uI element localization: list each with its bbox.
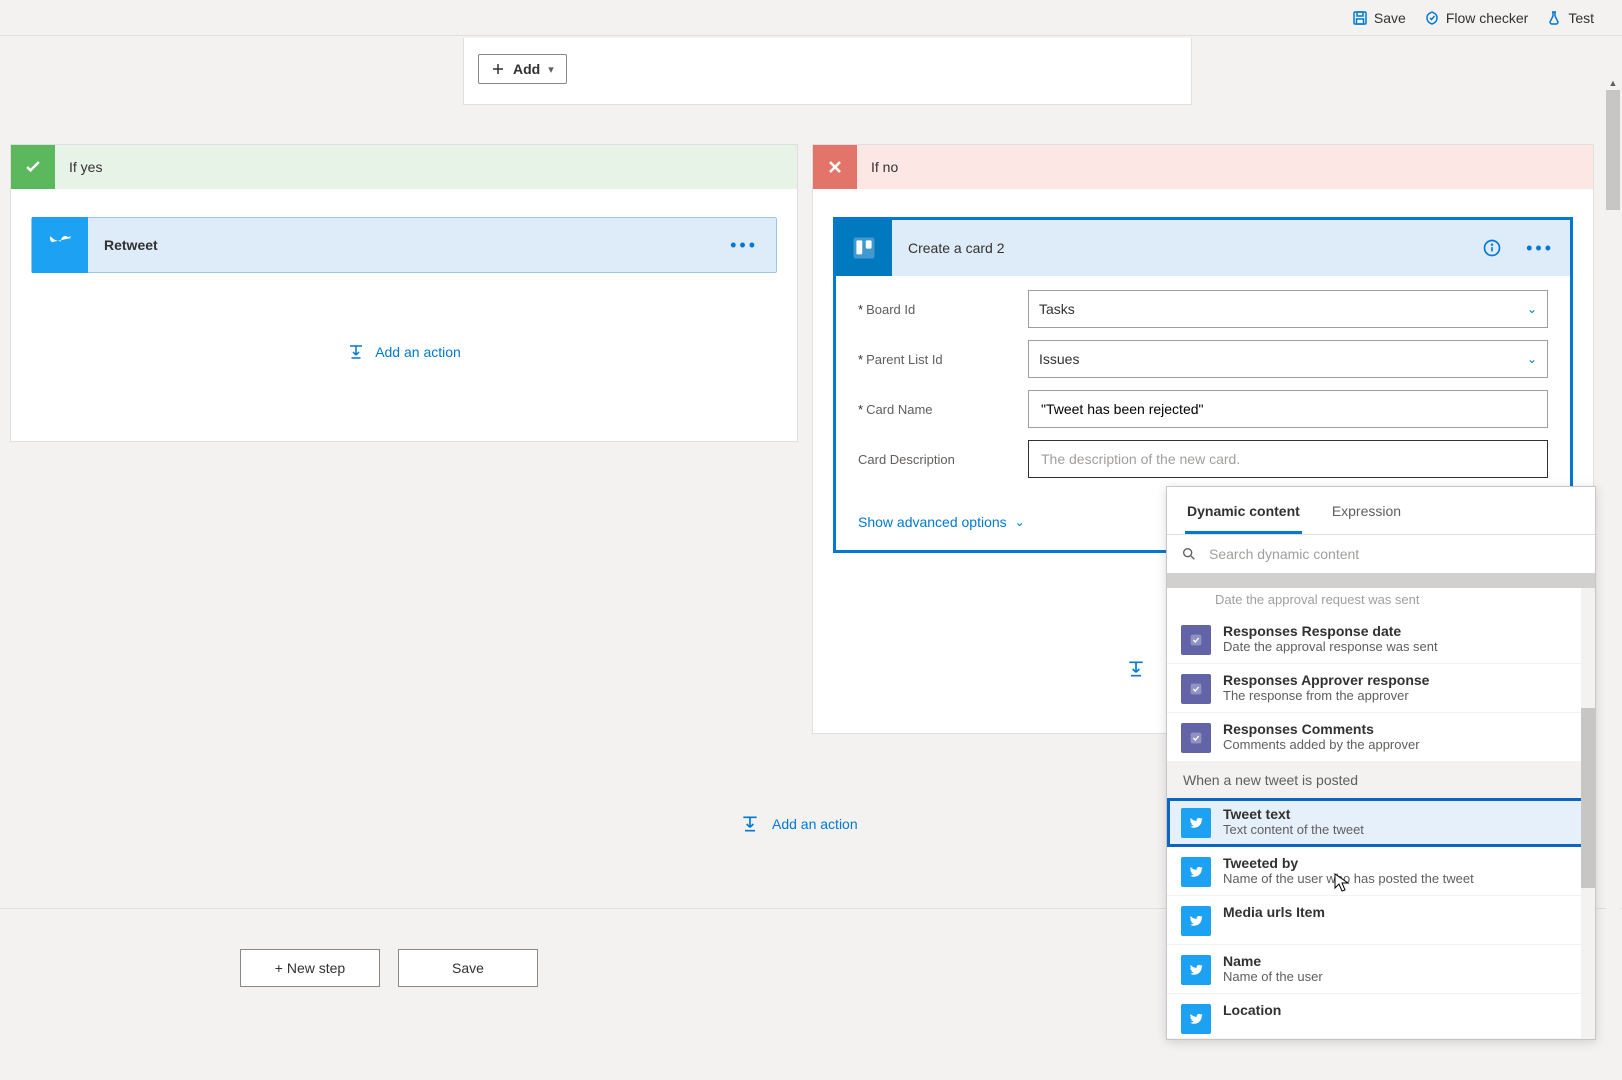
card-name-label: *Card Name [858, 402, 1028, 417]
bottom-save-button[interactable]: Save [398, 949, 538, 987]
add-action-icon [740, 814, 760, 834]
dynamic-item-comments[interactable]: Responses Comments Comments added by the… [1167, 713, 1595, 762]
twitter-icon [1181, 955, 1211, 985]
approvals-icon [1181, 674, 1211, 704]
dynamic-item-media-urls[interactable]: Media urls Item [1167, 896, 1595, 945]
board-id-select[interactable]: Tasks ⌄ [1028, 290, 1548, 328]
board-id-label: *Board Id [858, 302, 1028, 317]
close-icon [813, 145, 857, 189]
tab-dynamic-content[interactable]: Dynamic content [1185, 487, 1302, 534]
dynamic-item-response-date[interactable]: Responses Response date Date the approva… [1167, 615, 1595, 664]
top-toolbar: Save Flow checker Test [0, 0, 1622, 36]
dynamic-list: Date the approval request was sent Respo… [1167, 588, 1595, 1039]
parent-list-id-value: Issues [1039, 351, 1079, 367]
retweet-action[interactable]: Retweet ••• [31, 217, 777, 273]
chevron-down-icon: ⌄ [1015, 515, 1025, 529]
if-no-label: If no [871, 159, 898, 175]
condition-card: Add ▾ [463, 38, 1192, 105]
card-description-input[interactable] [1028, 440, 1548, 478]
card-description-label: Card Description [858, 452, 1028, 467]
plus-icon [491, 62, 505, 76]
outer-add-action-label: Add an action [772, 816, 858, 832]
dynamic-item-tweet-text[interactable]: Tweet text Text content of the tweet [1167, 798, 1595, 847]
twitter-icon [1181, 857, 1211, 887]
yes-add-action[interactable]: Add an action [31, 343, 777, 361]
retweet-label: Retweet [88, 237, 712, 253]
dynamic-search-input[interactable] [1207, 545, 1581, 563]
if-yes-label: If yes [69, 159, 102, 175]
dynamic-item-location[interactable]: Location [1167, 994, 1595, 1039]
flow-canvas: Add ▾ If yes Retweet ••• Add an [0, 36, 1622, 1076]
save-button[interactable]: Save [1352, 10, 1406, 26]
chevron-down-icon: ⌄ [1527, 302, 1537, 316]
trello-card-title: Create a card 2 [892, 240, 1474, 256]
trello-card-menu[interactable]: ••• [1510, 238, 1570, 259]
if-yes-branch: If yes Retweet ••• Add an action [10, 144, 798, 442]
approvals-icon [1181, 723, 1211, 753]
add-button[interactable]: Add ▾ [478, 54, 567, 84]
check-icon [11, 145, 55, 189]
dynamic-item-approver-response[interactable]: Responses Approver response The response… [1167, 664, 1595, 713]
scroll-up-arrow[interactable]: ▲ [1606, 76, 1620, 90]
test-button[interactable]: Test [1546, 10, 1594, 26]
twitter-icon [1181, 906, 1211, 936]
dynamic-group-twitter: When a new tweet is posted [1167, 762, 1595, 798]
divider [1167, 574, 1595, 588]
card-name-field[interactable] [1039, 400, 1537, 418]
parent-list-id-select[interactable]: Issues ⌄ [1028, 340, 1548, 378]
chevron-down-icon: ▾ [548, 63, 554, 76]
dynamic-scrollbar[interactable] [1581, 588, 1595, 1039]
flow-checker-label: Flow checker [1446, 10, 1528, 26]
twitter-icon [1181, 1004, 1211, 1034]
approvals-icon [1181, 625, 1211, 655]
show-advanced-options[interactable]: Show advanced options ⌄ [858, 514, 1025, 530]
info-icon[interactable] [1474, 238, 1510, 258]
board-id-value: Tasks [1039, 301, 1075, 317]
outer-add-action[interactable]: Add an action [740, 814, 858, 834]
add-button-label: Add [513, 61, 540, 77]
trello-card-header[interactable]: Create a card 2 ••• [836, 220, 1570, 276]
yes-add-action-label: Add an action [375, 344, 461, 360]
canvas-scrollbar[interactable]: ▲ ▼ [1606, 76, 1620, 1076]
twitter-icon [1181, 808, 1211, 838]
retweet-menu[interactable]: ••• [712, 235, 776, 256]
dynamic-item-tweeted-by[interactable]: Tweeted by Name of the user who has post… [1167, 847, 1595, 896]
if-no-header[interactable]: If no [813, 145, 1593, 189]
no-add-action-icon[interactable] [1126, 659, 1146, 679]
dynamic-content-panel: Dynamic content Expression Date the appr… [1166, 486, 1596, 1040]
trello-icon [836, 220, 892, 276]
dynamic-item-name[interactable]: Name Name of the user [1167, 945, 1595, 994]
save-icon [1352, 10, 1368, 26]
card-description-field[interactable] [1039, 450, 1537, 468]
twitter-icon [32, 217, 88, 273]
chevron-down-icon: ⌄ [1527, 352, 1537, 366]
if-yes-header[interactable]: If yes [11, 145, 797, 189]
card-name-input[interactable] [1028, 390, 1548, 428]
dynamic-item-partial-top: Date the approval request was sent [1167, 588, 1595, 615]
scroll-down-arrow[interactable]: ▼ [1606, 1072, 1620, 1076]
parent-list-id-label: *Parent List Id [858, 352, 1028, 367]
test-label: Test [1568, 10, 1594, 26]
test-icon [1546, 10, 1562, 26]
dynamic-search[interactable] [1167, 535, 1595, 574]
flow-checker-icon [1424, 10, 1440, 26]
new-step-button[interactable]: + New step [240, 949, 380, 987]
add-action-icon [347, 343, 365, 361]
tab-expression[interactable]: Expression [1330, 487, 1403, 534]
save-label: Save [1374, 10, 1406, 26]
search-icon [1181, 546, 1197, 562]
flow-checker-button[interactable]: Flow checker [1424, 10, 1528, 26]
scrollbar-thumb[interactable] [1606, 90, 1620, 210]
advanced-options-label: Show advanced options [858, 514, 1007, 530]
scrollbar-thumb[interactable] [1581, 708, 1595, 888]
